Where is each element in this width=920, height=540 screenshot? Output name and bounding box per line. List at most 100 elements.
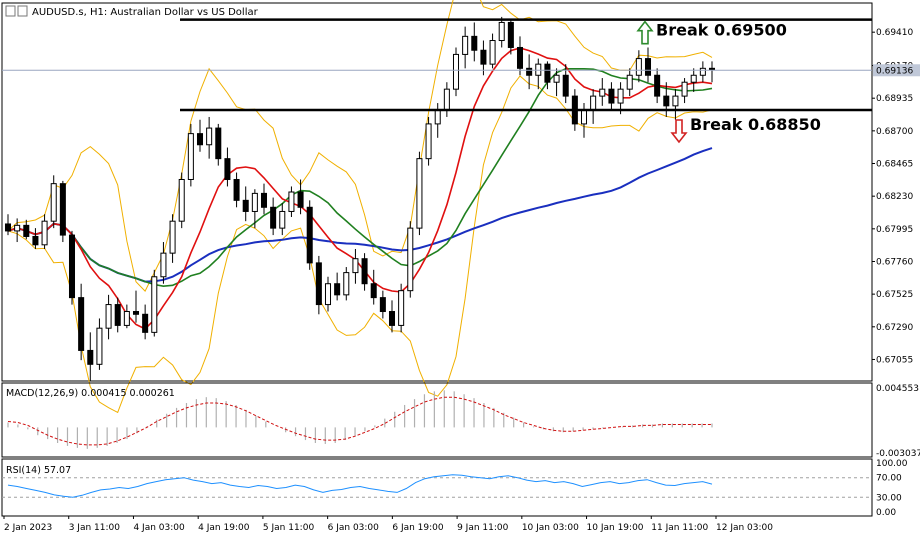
candle-body	[580, 109, 588, 125]
candle	[452, 47, 460, 97]
candle-body	[681, 81, 688, 97]
symbol-header: AUDUSD.s, H1: Australian Dollar vs US Do…	[5, 5, 259, 18]
candle	[425, 116, 432, 166]
candle-body	[187, 133, 194, 180]
candle	[379, 290, 386, 319]
candle	[608, 82, 615, 111]
candle-body	[562, 74, 569, 97]
candle-body	[352, 258, 359, 274]
candle-body	[343, 272, 350, 296]
price-tick-label: 0.68230	[876, 192, 913, 202]
break-up-label: Break 0.69500	[656, 21, 787, 40]
candle	[434, 103, 441, 138]
rsi-tick-label: 0.00	[876, 508, 896, 518]
candle	[50, 175, 57, 229]
candle-body	[151, 276, 158, 333]
price-tick-label: 0.68935	[876, 94, 913, 104]
candle	[41, 214, 48, 249]
candle-body	[41, 220, 48, 246]
symbol-info: AUDUSD.s, H1: Australian Dollar vs US Do…	[32, 7, 259, 18]
candle	[59, 180, 66, 243]
candle-body	[654, 74, 661, 97]
time-tick-label: 4 Jan 19:00	[198, 523, 250, 533]
candle-body	[288, 191, 295, 212]
candle	[270, 197, 277, 236]
candle	[498, 16, 505, 48]
price-frame	[1, 2, 873, 382]
rsi-label: RSI(14) 57.07	[6, 465, 71, 476]
candle-body	[132, 311, 140, 315]
candle-body	[23, 224, 30, 237]
chart-type-icon	[5, 5, 16, 17]
candle-body	[96, 327, 103, 365]
candle-body	[644, 58, 652, 76]
candle-body	[242, 199, 249, 212]
candle-body	[608, 88, 615, 104]
candle	[699, 61, 706, 83]
candle-body	[324, 283, 332, 306]
candle-body	[251, 192, 258, 212]
candle	[132, 290, 140, 323]
time-tick-label: 9 Jan 11:00	[457, 523, 509, 533]
candle-body	[68, 234, 76, 299]
candle-body	[59, 183, 66, 236]
candle	[242, 186, 249, 222]
candle-body	[160, 252, 167, 278]
candle-body	[599, 88, 606, 97]
candle	[370, 269, 377, 305]
ma-fast-line	[7, 47, 713, 330]
price-tick-label: 0.68700	[876, 127, 913, 137]
trading-chart[interactable]: 0.694100.691700.689350.687000.684650.682…	[0, 0, 920, 536]
panel-labels: MACD(12,26,9) 0.000415 0.000261 RSI(14) …	[6, 388, 175, 476]
candle-body	[507, 21, 514, 48]
time-axis: 2 Jan 2023 3 Jan 11:00 4 Jan 03:00 4 Jan 19…	[3, 516, 773, 533]
candle	[178, 172, 185, 229]
arrow-down-icon	[670, 119, 688, 144]
candle	[590, 89, 597, 124]
candle-body	[50, 183, 57, 222]
candle-body	[388, 311, 396, 326]
candle	[187, 123, 194, 187]
candle	[32, 228, 39, 249]
candle-body	[260, 192, 268, 208]
candle	[516, 36, 524, 76]
candle-body	[361, 258, 368, 285]
current-price-tag: 0.69136	[873, 64, 920, 77]
candle	[324, 276, 332, 312]
candle	[297, 179, 304, 215]
candle-body	[590, 95, 597, 111]
time-tick-label: 5 Jan 11:00	[263, 523, 315, 533]
candle	[644, 47, 652, 83]
candle	[443, 82, 450, 117]
candle	[471, 22, 478, 62]
candle-body	[215, 127, 222, 160]
price-tick-label: 0.67995	[876, 225, 913, 235]
candle	[599, 78, 606, 106]
candle	[260, 183, 268, 215]
candle-body	[315, 262, 322, 306]
candle	[306, 200, 313, 270]
candle	[142, 304, 149, 340]
rsi-tick-label: 100.00	[876, 459, 908, 469]
chart-canvas[interactable]: 0.694100.691700.689350.687000.684650.682…	[0, 0, 920, 536]
candle	[672, 89, 679, 120]
price-tag-text: 0.69136	[876, 66, 913, 76]
candle	[334, 272, 341, 301]
candle	[388, 300, 396, 333]
candle-body	[142, 313, 149, 333]
annotation-break-down: Break 0.68850	[670, 115, 821, 144]
candle	[626, 68, 633, 97]
price-tick-label: 0.67055	[876, 355, 913, 365]
candle-body	[370, 283, 377, 299]
rsi-tick-label: 30.00	[876, 493, 902, 503]
price-panel[interactable]: 0.694100.691700.689350.687000.684650.682…	[1, 0, 913, 414]
candle-body	[169, 220, 176, 254]
candle-body	[105, 304, 112, 329]
candle	[288, 186, 295, 218]
candle-body	[379, 297, 386, 313]
rsi-panel[interactable]: 100.00 70.00 30.00 0.00	[1, 458, 908, 518]
candle	[535, 58, 542, 90]
arrow-up-icon	[636, 20, 654, 45]
candle-body	[407, 227, 414, 292]
candle-body	[452, 53, 460, 90]
